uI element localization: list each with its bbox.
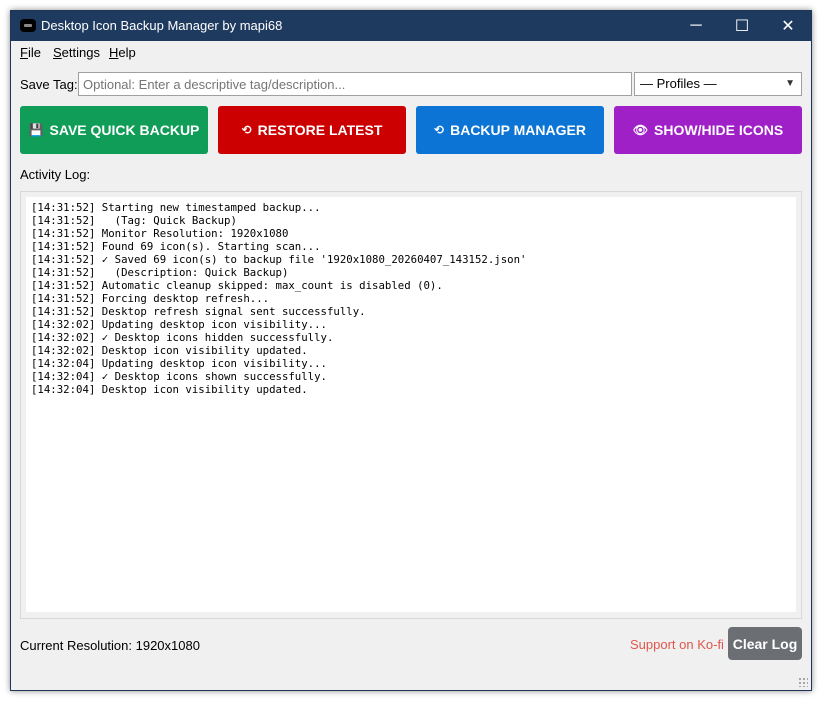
activity-log[interactable]: [14:31:52] Starting new timestamped back… [26, 197, 796, 612]
log-line: [14:32:04] Desktop icon visibility updat… [31, 383, 308, 396]
restore-latest-label: RESTORE LATEST [257, 122, 383, 138]
activity-log-label: Activity Log: [20, 167, 91, 182]
current-resolution: Current Resolution: 1920x1080 [20, 638, 200, 653]
log-line: [14:31:52] Forcing desktop refresh... [31, 292, 270, 305]
manager-icon: ⟲ [434, 123, 445, 137]
log-line: [14:31:52] Monitor Resolution: 1920x1080 [31, 227, 289, 240]
activity-log-frame: [14:31:52] Starting new timestamped back… [20, 191, 802, 619]
window-title: Desktop Icon Backup Manager by mapi68 [41, 18, 283, 33]
close-button[interactable]: ✕ [765, 11, 811, 41]
backup-manager-button[interactable]: ⟲ BACKUP MANAGER [416, 106, 604, 154]
maximize-icon: ☐ [734, 18, 750, 35]
eye-icon: 👁 [632, 123, 649, 137]
log-line: [14:31:52] Desktop refresh signal sent s… [31, 305, 366, 318]
kofi-link[interactable]: Support on Ko-fi [630, 637, 724, 652]
resize-grip-icon[interactable] [798, 677, 808, 687]
profiles-dropdown[interactable]: — Profiles — ▼ [634, 72, 802, 96]
floppy-disk-icon: 💾 [28, 123, 44, 137]
log-line: [14:32:02] Desktop icon visibility updat… [31, 344, 308, 357]
save-tag-input[interactable] [78, 72, 632, 96]
minimize-button[interactable]: ─ [673, 11, 719, 41]
profiles-selected: — Profiles — [640, 76, 717, 91]
log-line: [14:31:52] Starting new timestamped back… [31, 201, 321, 214]
chevron-down-icon: ▼ [785, 78, 795, 89]
show-hide-icons-button[interactable]: 👁 SHOW/HIDE ICONS [614, 106, 802, 154]
log-line: [14:32:02] ✓ Desktop icons hidden succes… [31, 331, 334, 344]
title-bar[interactable]: Desktop Icon Backup Manager by mapi68 ─ … [11, 11, 811, 41]
close-icon: ✕ [781, 18, 795, 35]
log-line: [14:31:52] (Description: Quick Backup) [31, 266, 289, 279]
app-icon [20, 19, 36, 32]
restore-latest-button[interactable]: ⟲ RESTORE LATEST [218, 106, 406, 154]
backup-manager-label: BACKUP MANAGER [450, 122, 586, 138]
restore-icon: ⟲ [241, 123, 252, 137]
save-tag-label: Save Tag: [20, 77, 78, 92]
save-quick-backup-button[interactable]: 💾 SAVE QUICK BACKUP [20, 106, 208, 154]
minimize-icon: ─ [690, 17, 702, 34]
clear-log-button[interactable]: Clear Log [728, 627, 802, 660]
log-line: [14:31:52] ✓ Saved 69 icon(s) to backup … [31, 253, 527, 266]
log-line: [14:31:52] (Tag: Quick Backup) [31, 214, 237, 227]
save-quick-backup-label: SAVE QUICK BACKUP [49, 122, 200, 138]
menu-bar: File Settings Help [11, 41, 811, 63]
show-hide-icons-label: SHOW/HIDE ICONS [654, 122, 784, 138]
app-window: Desktop Icon Backup Manager by mapi68 ─ … [10, 10, 812, 691]
log-line: [14:31:52] Found 69 icon(s). Starting sc… [31, 240, 321, 253]
maximize-button[interactable]: ☐ [719, 11, 765, 41]
menu-help[interactable]: Help [109, 45, 136, 60]
menu-settings[interactable]: Settings [53, 45, 100, 60]
log-line: [14:32:04] ✓ Desktop icons shown success… [31, 370, 327, 383]
log-line: [14:31:52] Automatic cleanup skipped: ma… [31, 279, 443, 292]
log-line: [14:32:02] Updating desktop icon visibil… [31, 318, 327, 331]
menu-file[interactable]: File [20, 45, 41, 60]
log-line: [14:32:04] Updating desktop icon visibil… [31, 357, 327, 370]
